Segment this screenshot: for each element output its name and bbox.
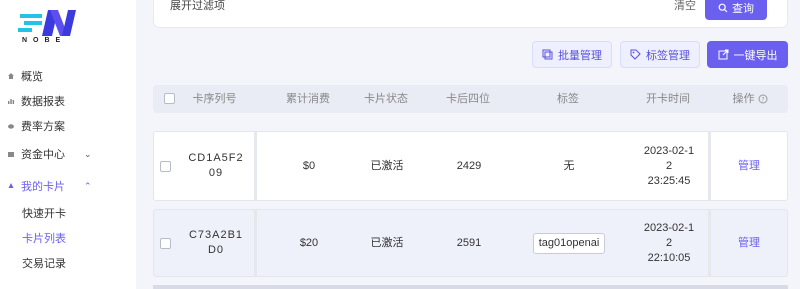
tag-icon xyxy=(630,49,641,60)
cell-open-time: 2023-02-12 22:10:05 xyxy=(624,210,714,276)
export-icon xyxy=(718,49,728,60)
filter-bar: 展开过滤项 清空 查询 xyxy=(153,0,788,28)
query-button[interactable]: 查询 xyxy=(705,0,767,20)
home-icon xyxy=(6,71,16,81)
open-date: 2023-02-12 xyxy=(643,221,695,249)
sidebar-item-label: 概览 xyxy=(21,71,43,83)
sidebar-item-label: 资金中心 xyxy=(21,149,65,161)
cell-serial: CD1A5F209 xyxy=(188,152,244,179)
cell-last4: 2429 xyxy=(456,159,482,172)
wallet-icon xyxy=(6,149,16,159)
cell-status: 已激活 xyxy=(370,236,404,249)
column-divider xyxy=(254,210,257,276)
rate-icon xyxy=(6,121,16,131)
header-tag: 标签 xyxy=(557,93,579,105)
next-row-edge xyxy=(153,285,788,289)
header-spend: 累计消费 xyxy=(286,93,330,105)
header-action-label: 操作 xyxy=(732,93,755,105)
logo-text: NOBE xyxy=(22,37,67,44)
help-icon[interactable]: ? xyxy=(758,94,768,104)
sidebar-item-funds[interactable]: 资金中心 ⌄ xyxy=(0,144,136,164)
manage-link[interactable]: 管理 xyxy=(724,132,774,200)
sidebar-sub-quick-open[interactable]: 快速开卡 xyxy=(22,204,66,222)
sidebar-item-reports[interactable]: 数据报表 xyxy=(0,91,136,111)
query-button-label: 查询 xyxy=(732,3,754,15)
sidebar-sub-card-list[interactable]: 卡片列表 xyxy=(22,229,66,247)
search-icon xyxy=(718,3,728,13)
header-last4: 卡后四位 xyxy=(446,93,490,105)
cell-tag: 无 xyxy=(563,159,575,172)
select-all-checkbox[interactable] xyxy=(164,93,175,104)
header-serial: 卡序列号 xyxy=(192,93,237,105)
cell-spend: $20 xyxy=(299,236,319,249)
open-time: 22:10:05 xyxy=(647,251,691,264)
card-icon xyxy=(6,181,16,191)
table-row[interactable]: CD1A5F209 $0 已激活 2429 无 2023-02-12 23:25… xyxy=(153,131,788,201)
bar-chart-icon xyxy=(6,96,16,106)
cell-spend: $0 xyxy=(302,159,316,172)
cell-last4: 2591 xyxy=(456,236,482,249)
manage-link[interactable]: 管理 xyxy=(724,210,774,276)
sidebar-item-my-cards[interactable]: 我的卡片 ⌃ xyxy=(0,176,136,196)
column-divider xyxy=(708,210,711,276)
row-checkbox[interactable] xyxy=(160,238,171,249)
sidebar-item-rates[interactable]: 费率方案 xyxy=(0,116,136,136)
chevron-up-icon: ⌃ xyxy=(84,180,92,191)
sidebar-item-label: 数据报表 xyxy=(21,96,65,108)
expand-filters-link[interactable]: 展开过滤项 xyxy=(170,0,225,12)
chevron-down-icon: ⌄ xyxy=(84,148,92,159)
tag-badge: tag01openai xyxy=(532,232,606,254)
batch-manage-button[interactable]: 批量管理 xyxy=(532,41,612,68)
clear-button[interactable]: 清空 xyxy=(674,0,696,12)
table-row[interactable]: C73A2B1D0 $20 已激活 2591 tag01openai 2023-… xyxy=(153,209,788,277)
sidebar-sub-transactions[interactable]: 交易记录 xyxy=(22,254,66,272)
header-action: 操作 ? xyxy=(725,85,775,113)
sidebar-item-overview[interactable]: 概览 xyxy=(0,66,136,86)
column-divider xyxy=(708,132,711,200)
open-date: 2023-02-12 xyxy=(643,144,695,172)
cell-open-time: 2023-02-12 23:25:45 xyxy=(624,132,714,200)
header-open-time: 开卡时间 xyxy=(646,93,690,105)
tag-manage-button[interactable]: 标签管理 xyxy=(620,41,700,68)
tag-manage-label: 标签管理 xyxy=(646,49,690,62)
row-checkbox[interactable] xyxy=(160,161,171,172)
header-status: 卡片状态 xyxy=(364,93,408,105)
cell-serial: C73A2B1D0 xyxy=(188,229,244,256)
batch-manage-label: 批量管理 xyxy=(558,49,602,62)
table-header: 卡序列号 累计消费 卡片状态 卡后四位 标签 开卡时间 操作 ? xyxy=(153,85,788,113)
column-divider xyxy=(254,132,257,200)
cell-tag: tag01openai xyxy=(524,210,614,276)
export-button-label: 一键导出 xyxy=(733,49,778,62)
export-button[interactable]: 一键导出 xyxy=(707,41,788,68)
sidebar-item-label: 我的卡片 xyxy=(21,181,65,193)
open-time: 23:25:45 xyxy=(647,174,691,187)
batch-icon xyxy=(542,49,553,60)
cell-status: 已激活 xyxy=(370,159,404,172)
sidebar: NOBE 概览 数据报表 费率方案 资金中心 ⌄ 我的卡片 ⌃ 快速开卡 卡片列… xyxy=(0,0,136,289)
svg-text:?: ? xyxy=(761,97,764,104)
sidebar-item-label: 费率方案 xyxy=(21,121,65,133)
